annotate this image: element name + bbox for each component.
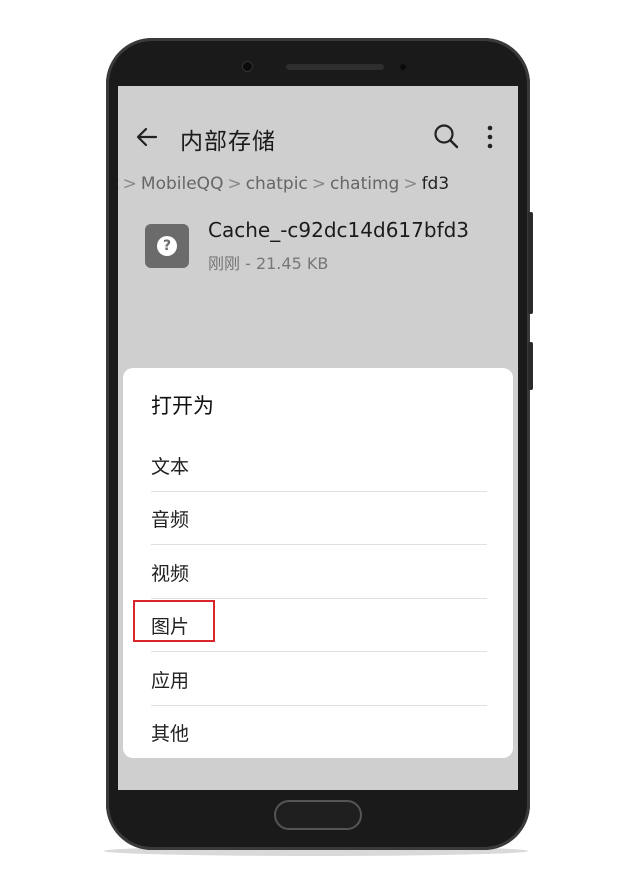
breadcrumb-item[interactable]: MobileQQ	[141, 174, 224, 194]
screen: 内部存储 t>MobileQQ>chatpic>chatimg>fd3 ? Ca…	[118, 86, 518, 790]
highlight-box	[133, 600, 215, 642]
breadcrumb-item[interactable]: chatpic	[246, 174, 308, 194]
back-arrow-icon[interactable]	[134, 124, 160, 150]
option-label: 视频	[151, 563, 190, 585]
breadcrumb-item[interactable]: chatimg	[330, 174, 399, 194]
breadcrumb-item[interactable]: t	[118, 174, 119, 194]
volume-button	[528, 212, 533, 314]
app-bar: 内部存储	[118, 86, 518, 186]
power-button	[528, 342, 533, 390]
option-label: 其他	[151, 723, 190, 745]
open-as-dialog: 打开为 文本 音频 视频 图片 应用 其他	[123, 368, 513, 758]
dialog-title: 打开为	[151, 394, 214, 418]
breadcrumb-separator: >	[227, 174, 242, 194]
breadcrumb-separator: >	[403, 174, 418, 194]
option-text[interactable]: 文本	[151, 438, 487, 492]
page-title: 内部存储	[180, 129, 276, 155]
file-meta: 刚刚 - 21.45 KB	[208, 254, 329, 273]
question-mark-icon: ?	[157, 236, 177, 256]
phone-frame: 内部存储 t>MobileQQ>chatpic>chatimg>fd3 ? Ca…	[106, 38, 533, 850]
option-audio[interactable]: 音频	[151, 491, 487, 545]
file-row[interactable]: ? Cache_-c92dc14d617bfd3 刚刚 - 21.45 KB	[118, 214, 518, 284]
breadcrumb-separator: >	[122, 174, 137, 194]
option-other[interactable]: 其他	[151, 705, 487, 758]
unknown-file-icon: ?	[145, 224, 189, 268]
breadcrumb-current[interactable]: fd3	[422, 174, 450, 194]
breadcrumb: t>MobileQQ>chatpic>chatimg>fd3	[118, 174, 449, 194]
option-app[interactable]: 应用	[151, 652, 487, 706]
home-button[interactable]	[274, 800, 362, 830]
option-label: 文本	[151, 456, 190, 478]
front-camera	[243, 62, 252, 71]
file-name: Cache_-c92dc14d617bfd3	[208, 218, 470, 242]
option-label: 音频	[151, 509, 190, 531]
breadcrumb-separator: >	[311, 174, 327, 194]
option-video[interactable]: 视频	[151, 545, 487, 599]
earpiece-speaker	[286, 64, 384, 70]
search-icon[interactable]	[432, 122, 460, 150]
proximity-sensor	[400, 64, 406, 70]
more-options-icon[interactable]	[484, 124, 496, 150]
option-label: 应用	[151, 670, 190, 692]
